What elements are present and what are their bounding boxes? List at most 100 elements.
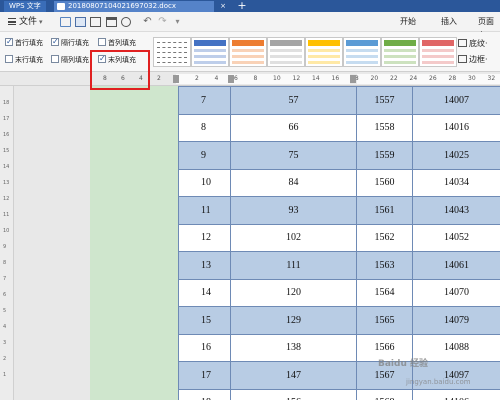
table-cell[interactable]: 7 — [178, 86, 231, 115]
table-cell[interactable]: 14079 — [412, 306, 500, 335]
table-style-swatch[interactable] — [191, 37, 229, 67]
file-menu[interactable]: 文件 ▾ — [4, 15, 46, 29]
table-cell[interactable]: 1568 — [356, 388, 413, 400]
table-cell[interactable]: 15 — [178, 306, 231, 335]
table-cell[interactable]: 1562 — [356, 223, 413, 252]
vertical-ruler[interactable]: 18 17 16 15 14 13 12 11 10 9 8 7 6 5 4 3 2 1 — [0, 86, 14, 400]
table-cell[interactable]: 147 — [230, 361, 357, 390]
table-cell[interactable]: 14025 — [412, 141, 500, 170]
option-first-column[interactable]: 首列填充 — [98, 37, 136, 49]
ruler-number: 30 — [468, 75, 476, 82]
tab-page-layout[interactable]: 页面布 — [478, 15, 500, 40]
table-cell[interactable]: 14052 — [412, 223, 500, 252]
table-style-swatch[interactable] — [153, 37, 191, 67]
table-cell[interactable]: 1557 — [356, 86, 413, 115]
option-label: 首列填充 — [108, 39, 136, 47]
option-header-row[interactable]: 首行填充 — [5, 36, 43, 49]
table-cell[interactable]: 1561 — [356, 196, 413, 225]
table-cell[interactable]: 8 — [178, 113, 231, 142]
table-cell[interactable]: 84 — [230, 168, 357, 197]
table-cell[interactable]: 57 — [230, 86, 357, 115]
table-cell[interactable]: 16 — [178, 333, 231, 362]
table-cell[interactable]: 120 — [230, 278, 357, 307]
more-icon[interactable]: ▾ — [172, 17, 183, 27]
table-style-swatch[interactable] — [343, 37, 381, 67]
new-tab-icon[interactable]: + — [236, 0, 248, 12]
watermark-logo: Baidu 经验 — [378, 359, 429, 369]
chevron-down-icon: ▾ — [39, 18, 43, 26]
checkbox-icon[interactable] — [5, 36, 13, 48]
print-icon[interactable] — [106, 17, 117, 27]
table-cell[interactable]: 75 — [230, 141, 357, 170]
app-tab-wps-writer[interactable]: WPS 文字 — [4, 1, 46, 12]
table-style-swatch[interactable] — [419, 37, 457, 67]
table-cell[interactable]: 14016 — [412, 113, 500, 142]
ruler-number: 20 — [370, 75, 379, 82]
option-banded-rows[interactable]: 隔行填充 — [51, 36, 89, 49]
table-cell[interactable]: 1559 — [356, 141, 413, 170]
tab-start[interactable]: 开始 — [400, 15, 416, 29]
table-cell[interactable]: 18 — [178, 388, 231, 400]
ruler-indent-marker[interactable] — [350, 75, 356, 83]
table-cell[interactable]: 1560 — [356, 168, 413, 197]
border-label: 边框· — [469, 55, 488, 64]
table-cell[interactable]: 93 — [230, 196, 357, 225]
table-cell[interactable]: 1564 — [356, 278, 413, 307]
checkbox-icon[interactable] — [5, 55, 13, 63]
shading-button[interactable]: 底纹· — [458, 38, 488, 50]
border-button[interactable]: 边框· — [458, 54, 488, 66]
table-cell[interactable]: 13 — [178, 251, 231, 280]
document-tab[interactable]: 20180807104021697032.docx — [54, 1, 214, 12]
table-cell[interactable]: 1563 — [356, 251, 413, 280]
ruler-indent-marker[interactable] — [228, 75, 234, 83]
ruler-number: 32 — [487, 75, 496, 82]
table-style-swatch[interactable] — [229, 37, 267, 67]
ruler-number: 16 — [3, 132, 10, 138]
table-cell[interactable]: 12 — [178, 223, 231, 252]
table-cell[interactable]: 102 — [230, 223, 357, 252]
option-label: 末行填充 — [15, 56, 43, 64]
option-label: 隔行填充 — [61, 39, 89, 47]
redo-icon[interactable]: ↷ — [157, 17, 168, 27]
table-cell[interactable]: 1558 — [356, 113, 413, 142]
checkbox-icon[interactable] — [51, 55, 59, 63]
table-cell[interactable]: 11 — [178, 196, 231, 225]
option-total-row[interactable]: 末行填充 — [5, 54, 43, 66]
table-style-gallery — [153, 35, 457, 69]
table-style-swatch[interactable] — [267, 37, 305, 67]
ruler-number: 8 — [3, 260, 7, 266]
table-cell[interactable]: 129 — [230, 306, 357, 335]
close-tab-icon[interactable]: × — [218, 1, 228, 11]
open-folder-icon[interactable] — [60, 17, 71, 27]
table-cell[interactable]: 14070 — [412, 278, 500, 307]
table-cell[interactable]: 14 — [178, 278, 231, 307]
table-cell[interactable]: 1565 — [356, 306, 413, 335]
table-cell[interactable]: 138 — [230, 333, 357, 362]
checkbox-icon[interactable] — [98, 38, 106, 46]
table-cell[interactable]: 156 — [230, 388, 357, 400]
table-cell[interactable]: 14007 — [412, 86, 500, 115]
horizontal-ruler[interactable]: 8642246810121416182022242628303234 — [0, 72, 500, 86]
table-cell[interactable]: 14034 — [412, 168, 500, 197]
ruler-number: 28 — [448, 75, 457, 82]
table-cell[interactable]: 66 — [230, 113, 357, 142]
table-style-swatch[interactable] — [381, 37, 419, 67]
undo-icon[interactable]: ↶ — [142, 17, 153, 27]
export-pdf-icon[interactable] — [90, 17, 101, 27]
table-style-swatch[interactable] — [305, 37, 343, 67]
table-cell[interactable]: 14043 — [412, 196, 500, 225]
table-cell[interactable]: 14106 — [412, 388, 500, 400]
table-cell[interactable]: 14061 — [412, 251, 500, 280]
checkbox-icon[interactable] — [51, 36, 59, 48]
ruler-indent-marker[interactable] — [173, 75, 179, 83]
tab-insert[interactable]: 插入 — [441, 15, 457, 29]
table-row: 14 120 1564 14070 — [178, 278, 500, 307]
option-banded-columns[interactable]: 隔列填充 — [51, 54, 89, 66]
table-cell[interactable]: 10 — [178, 168, 231, 197]
save-icon[interactable] — [75, 17, 86, 27]
print-preview-icon[interactable] — [121, 17, 131, 27]
table-cell[interactable]: 9 — [178, 141, 231, 170]
ruler-number: 4 — [3, 324, 7, 330]
table-cell[interactable]: 111 — [230, 251, 357, 280]
table-cell[interactable]: 17 — [178, 361, 231, 390]
